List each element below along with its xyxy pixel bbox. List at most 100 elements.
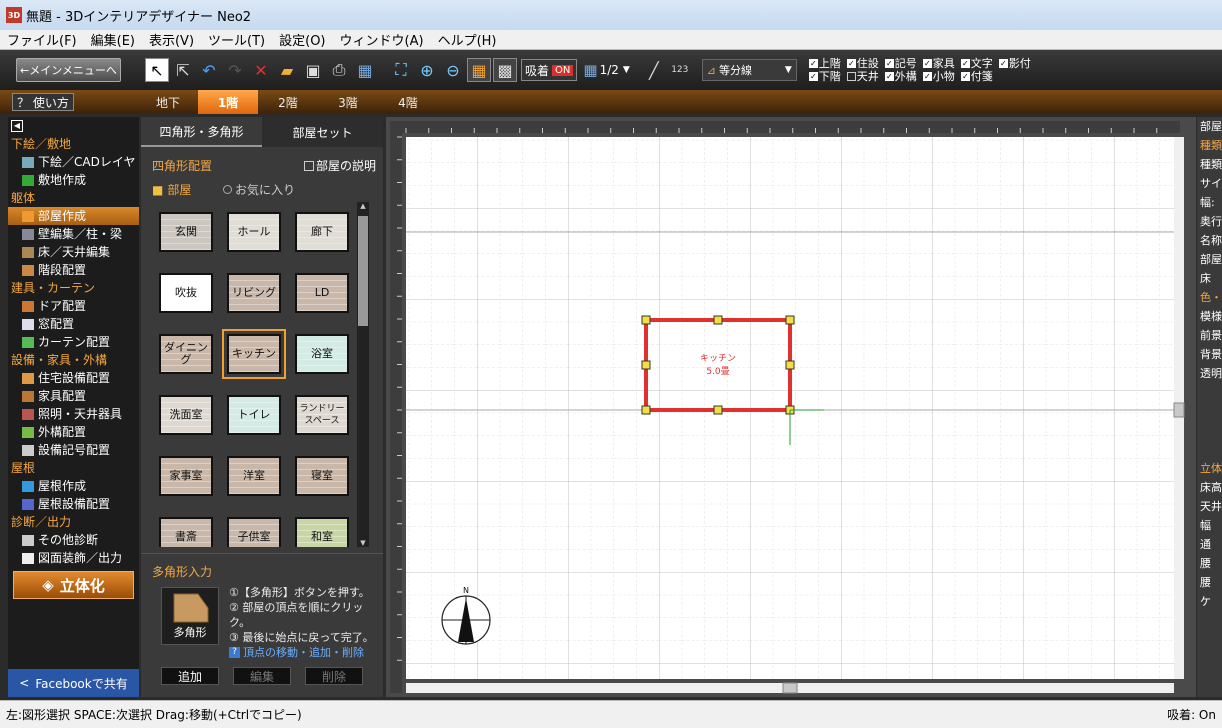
redo-icon[interactable]: ↷ [223, 58, 247, 82]
tool-item[interactable]: 壁編集／柱・梁 [8, 225, 139, 243]
tool-item[interactable]: 窓配置 [8, 315, 139, 333]
tool-item[interactable]: 外構配置 [8, 423, 139, 441]
resize-handle[interactable] [785, 360, 795, 370]
room-tile[interactable]: 浴室 [295, 334, 349, 374]
select-arrow-icon[interactable]: ↖ [145, 58, 169, 82]
save-icon[interactable]: ▣ [301, 58, 325, 82]
help-button[interactable]: ？ 使い方 [12, 93, 74, 111]
collapse-panel[interactable]: ◀ [8, 117, 139, 135]
tool-item[interactable]: 図面装飾／出力 [8, 549, 139, 567]
room-tile[interactable]: ダイニング [159, 334, 213, 374]
room-tile[interactable]: ホール [227, 212, 281, 252]
check-9[interactable]: ✓ 小物 [922, 70, 955, 83]
delete-button[interactable]: 削除 [305, 667, 363, 685]
check-6[interactable]: ✓ 下階 [808, 70, 841, 83]
undo-icon[interactable]: ↶ [197, 58, 221, 82]
edit-button[interactable]: 編集 [233, 667, 291, 685]
room-tile[interactable]: 玄関 [159, 212, 213, 252]
resize-handle[interactable] [641, 360, 651, 370]
tab-floor-1[interactable]: 1階 [198, 90, 258, 114]
tab-floor-4[interactable]: 4階 [378, 90, 438, 114]
zoom-out-icon[interactable]: ⊖ [441, 58, 465, 82]
zoom-in-icon[interactable]: ⊕ [415, 58, 439, 82]
menu-view[interactable]: 表示(V) [142, 30, 201, 49]
snap-toggle[interactable]: 吸着 ON [521, 59, 578, 81]
fit-view-icon[interactable]: ⛶ [389, 58, 413, 82]
room-tile[interactable]: 家事室 [159, 456, 213, 496]
collapse-icon[interactable]: ◀ [11, 120, 23, 132]
check-3[interactable]: ✓ 家具 [922, 57, 955, 70]
h-scroll-thumb[interactable] [782, 682, 798, 694]
grid-snap-icon[interactable]: ▦ [467, 58, 491, 82]
room-tile[interactable]: キッチン [222, 329, 286, 379]
scroll-thumb[interactable] [358, 216, 368, 326]
tool-item[interactable]: ドア配置 [8, 297, 139, 315]
delete-icon[interactable]: ✕ [249, 58, 273, 82]
menu-window[interactable]: ウィンドウ(A) [333, 30, 431, 49]
floor-plan-canvas[interactable]: キッチン 5.0畳 N [386, 117, 1196, 697]
tool-item[interactable]: 設備記号配置 [8, 441, 139, 459]
room-tile[interactable]: 洋室 [227, 456, 281, 496]
vertex-help-link[interactable]: ? 頂点の移動・追加・削除 [229, 645, 383, 660]
room-tile[interactable]: 寝室 [295, 456, 349, 496]
room-desc-checkbox[interactable]: 部屋の説明 [304, 157, 376, 174]
tab-rect-polygon[interactable]: 四角形・多角形 [141, 117, 262, 147]
print-icon[interactable]: ⎙ [327, 58, 351, 82]
tool-item[interactable]: 下絵／CADレイヤ [8, 153, 139, 171]
room-tile[interactable]: 書斎 [159, 517, 213, 547]
scroll-down-icon[interactable]: ▼ [357, 539, 369, 547]
menu-edit[interactable]: 編集(E) [84, 30, 142, 49]
tool-item[interactable]: カーテン配置 [8, 333, 139, 351]
room-tile[interactable]: 子供室 [227, 517, 281, 547]
grid-icon[interactable]: ▩ [493, 58, 517, 82]
check-10[interactable]: ✓ 付箋 [960, 70, 993, 83]
open-folder-icon[interactable]: ▰ [275, 58, 299, 82]
menu-settings[interactable]: 設定(O) [272, 30, 332, 49]
room-tile[interactable]: 廊下 [295, 212, 349, 252]
dimension-icon[interactable]: 123 [668, 58, 692, 82]
tool-item[interactable]: 屋根設備配置 [8, 495, 139, 513]
grid-ratio-select[interactable]: ▦ 1/2 ▼ [583, 61, 629, 79]
tool-item[interactable]: 屋根作成 [8, 477, 139, 495]
room-folder-radio[interactable]: ■ 部屋 [152, 181, 191, 198]
room-tile[interactable]: 和室 [295, 517, 349, 547]
tool-item[interactable]: その他診断 [8, 531, 139, 549]
tool-item[interactable]: 部屋作成 [8, 207, 139, 225]
room-tile[interactable]: 洗面室 [159, 395, 213, 435]
tool-item[interactable]: 住宅設備配置 [8, 369, 139, 387]
view-3d-icon[interactable]: ▦ [353, 58, 377, 82]
check-1[interactable]: ✓ 住設 [846, 57, 879, 70]
room-tile[interactable]: LD [295, 273, 349, 313]
check-5[interactable]: ✓ 影付 [998, 57, 1031, 70]
room-grid-scrollbar[interactable]: ▲ ▼ [357, 202, 369, 547]
check-4[interactable]: ✓ 文字 [960, 57, 993, 70]
resize-handle[interactable] [785, 315, 795, 325]
tool-item[interactable]: 照明・天井器具 [8, 405, 139, 423]
resize-handle[interactable] [713, 315, 723, 325]
room-tile[interactable]: 吹抜 [159, 273, 213, 313]
tool-item[interactable]: 階段配置 [8, 261, 139, 279]
tab-floor-3[interactable]: 3階 [318, 90, 378, 114]
check-0[interactable]: ✓ 上階 [808, 57, 841, 70]
menu-help[interactable]: ヘルプ(H) [431, 30, 504, 49]
tab-floor-2[interactable]: 2階 [258, 90, 318, 114]
tab-room-set[interactable]: 部屋セット [262, 117, 383, 147]
room-tile[interactable]: ランドリースペース [295, 395, 349, 435]
rittaika-button[interactable]: ◈ 立体化 [13, 571, 134, 599]
polygon-button[interactable]: 多角形 [161, 587, 219, 645]
resize-handle[interactable] [641, 315, 651, 325]
multi-select-icon[interactable]: ⇱ [171, 58, 195, 82]
check-8[interactable]: ✓ 外構 [884, 70, 917, 83]
tool-item[interactable]: 床／天井編集 [8, 243, 139, 261]
v-scroll-thumb[interactable] [1173, 402, 1185, 418]
ruler-icon[interactable]: ╱ [642, 58, 666, 82]
resize-handle[interactable] [641, 405, 651, 415]
room-tile[interactable]: トイレ [227, 395, 281, 435]
tool-item[interactable]: 敷地作成 [8, 171, 139, 189]
check-2[interactable]: ✓ 記号 [884, 57, 917, 70]
room-tile[interactable]: リビング [227, 273, 281, 313]
menu-file[interactable]: ファイル(F) [0, 30, 84, 49]
facebook-share-button[interactable]: < Facebookで共有 [8, 669, 139, 697]
tab-basement[interactable]: 地下 [138, 90, 198, 114]
scroll-up-icon[interactable]: ▲ [357, 202, 369, 210]
